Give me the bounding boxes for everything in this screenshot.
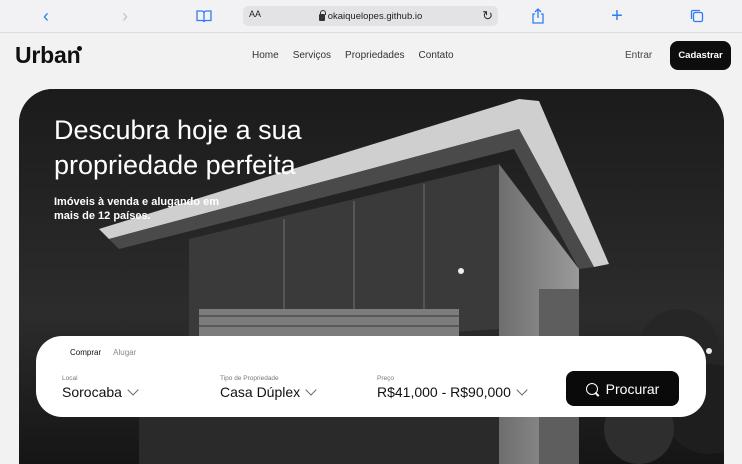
logo[interactable]: Urban	[15, 42, 81, 69]
hero-title: Descubra hoje a sua propriedade perfeita	[54, 115, 302, 180]
share-icon[interactable]	[530, 7, 546, 25]
nav-contato[interactable]: Contato	[419, 50, 454, 61]
price-value: R$41,000 - R$90,000	[377, 384, 511, 400]
tabs-icon[interactable]	[689, 7, 705, 25]
search-button-label: Procurar	[605, 380, 660, 397]
chevron-left-icon[interactable]: ‹	[38, 6, 54, 26]
signup-button[interactable]: Cadastrar	[670, 41, 731, 70]
nav-propriedades[interactable]: Propriedades	[345, 50, 404, 61]
login-link[interactable]: Entrar	[625, 50, 652, 61]
hero-subtitle: Imóveis à venda e alugando em mais de 12…	[54, 196, 220, 222]
site-header: Urban Home Serviços Propriedades Contato…	[0, 33, 742, 81]
price-label: Preço	[377, 375, 394, 382]
reload-icon[interactable]: ↻	[482, 8, 493, 24]
search-icon	[585, 382, 598, 395]
search-card: Comprar Alugar Local Sorocaba Tipo de Pr…	[36, 336, 706, 417]
nav-servicos[interactable]: Serviços	[293, 50, 331, 61]
address-bar[interactable]: AA okaiquelopes.github.io ↻	[243, 6, 498, 26]
book-icon[interactable]	[195, 7, 213, 25]
location-field[interactable]: Local Sorocaba	[62, 375, 139, 400]
tab-comprar[interactable]: Comprar	[70, 348, 101, 357]
chevron-right-icon[interactable]: ›	[117, 6, 133, 26]
location-label: Local	[62, 375, 78, 382]
browser-toolbar: ‹ › AA okaiquelopes.github.io ↻ +	[0, 0, 742, 33]
main-menu: Home Serviços Propriedades Contato	[252, 50, 454, 61]
url-text: okaiquelopes.github.io	[327, 10, 423, 22]
search-button[interactable]: Procurar	[566, 371, 679, 406]
logo-dot	[77, 46, 82, 51]
property-type-field[interactable]: Tipo de Propriedade Casa Dúplex	[220, 375, 317, 400]
chevron-down-icon	[305, 384, 317, 396]
chevron-down-icon	[127, 384, 139, 396]
search-tabs: Comprar Alugar	[70, 348, 136, 357]
lock-icon	[318, 9, 326, 21]
property-type-value: Casa Dúplex	[220, 384, 301, 400]
price-field[interactable]: Preço R$41,000 - R$90,000	[377, 375, 528, 400]
chevron-down-icon	[516, 384, 528, 396]
plus-icon[interactable]: +	[609, 5, 625, 27]
nav-home[interactable]: Home	[252, 50, 279, 61]
property-type-label: Tipo de Propriedade	[220, 375, 279, 382]
location-value: Sorocaba	[62, 384, 122, 400]
tab-alugar[interactable]: Alugar	[113, 348, 136, 357]
text-size-button[interactable]: AA	[249, 9, 261, 19]
